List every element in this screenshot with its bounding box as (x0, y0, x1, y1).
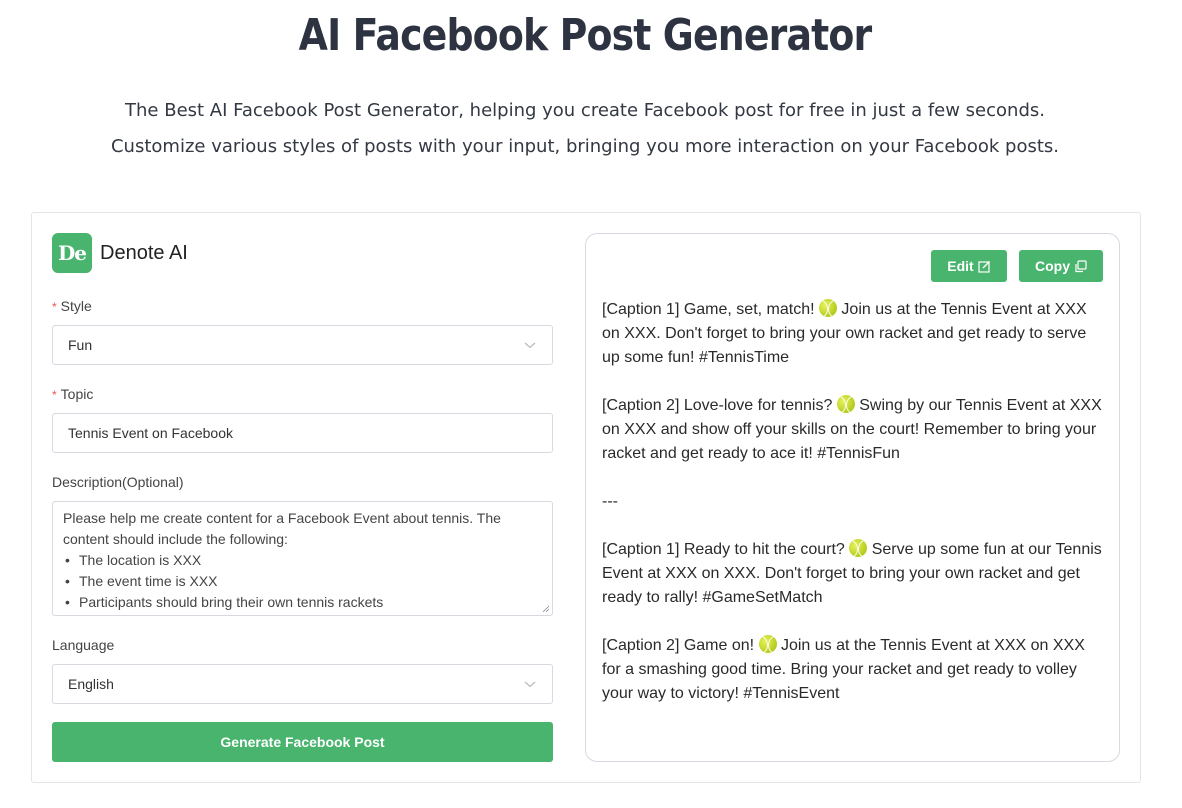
resize-handle-icon[interactable] (542, 605, 550, 613)
required-mark: * (52, 388, 57, 402)
style-label: * Style (52, 298, 92, 314)
language-select-value: English (68, 676, 114, 692)
output-paragraph: [Caption 2] Game on! Join us at the Tenn… (602, 635, 1085, 702)
topic-input[interactable]: Tennis Event on Facebook (52, 413, 553, 453)
style-select-value: Fun (68, 337, 93, 353)
generate-post-button[interactable]: Generate Facebook Post (52, 722, 553, 762)
language-select[interactable]: English (52, 664, 553, 704)
chevron-down-icon (524, 342, 536, 349)
tennis-ball-icon (818, 299, 837, 317)
generated-post-text: [Caption 1] Game, set, match! Join us at… (602, 298, 1102, 730)
page-subtitle-line-1: The Best AI Facebook Post Generator, hel… (125, 100, 1045, 121)
topic-input-value: Tennis Event on Facebook (68, 425, 233, 441)
description-bullet: • The location is XXX (65, 552, 202, 568)
output-paragraph: [Caption 1] Game, set, match! Join us at… (602, 299, 1087, 366)
edit-button[interactable]: Edit (931, 250, 1007, 282)
language-label: Language (52, 637, 115, 653)
output-paragraph: --- (602, 493, 618, 510)
style-select[interactable]: Fun (52, 325, 553, 365)
description-intro: Please help me create content for a Face… (63, 510, 501, 547)
description-label: Description(Optional) (52, 474, 184, 490)
required-mark: * (52, 300, 57, 314)
output-paragraph: [Caption 1] Ready to hit the court? Serv… (602, 539, 1102, 606)
chevron-down-icon (524, 681, 536, 688)
description-bullet: • Participants should bring their own ten… (65, 594, 384, 610)
tennis-ball-icon (836, 395, 855, 413)
output-paragraph: [Caption 2] Love-love for tennis? Swing … (602, 395, 1102, 462)
brand-logo: De (52, 233, 92, 273)
tennis-ball-icon (758, 635, 777, 653)
tennis-ball-icon (849, 539, 868, 557)
page-title: AI Facebook Post Generator (298, 10, 873, 61)
edit-icon (978, 260, 990, 273)
description-bullet: • The event time is XXX (65, 573, 218, 589)
output-panel: Edit Copy [Caption 1] Game, set, match! … (585, 233, 1120, 762)
description-textarea[interactable]: Please help me create content for a Face… (52, 501, 553, 616)
page-subtitle-line-2: Customize various styles of posts with y… (110, 136, 1059, 157)
copy-icon (1075, 259, 1087, 272)
topic-label: * Topic (52, 386, 94, 402)
brand-name: Denote AI (100, 241, 188, 264)
copy-button[interactable]: Copy (1019, 250, 1103, 282)
brand: De Denote AI (52, 233, 188, 273)
generator-card: De Denote AI * Style Fun * Topic Tennis Ev… (31, 212, 1141, 783)
